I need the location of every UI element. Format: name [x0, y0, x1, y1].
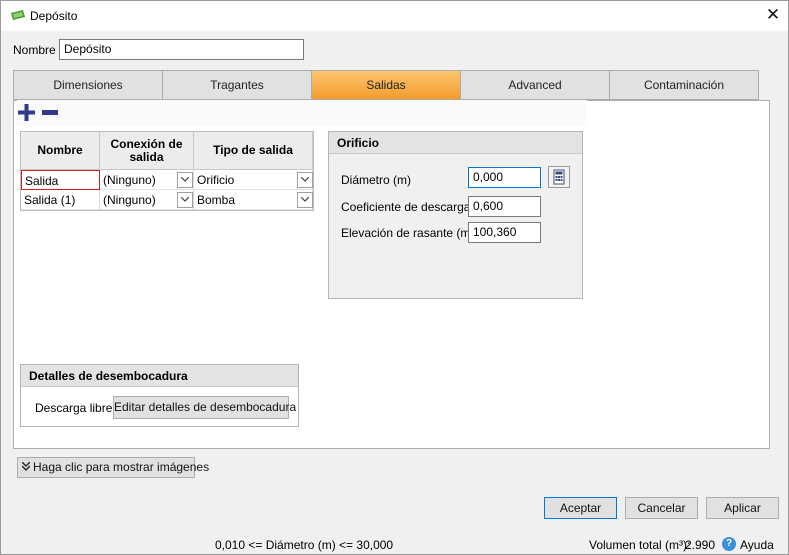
column-header-connection[interactable]: Conexión de salida [100, 132, 194, 170]
window-title: Depósito [30, 9, 78, 23]
orifice-group-title: Orificio [329, 132, 582, 154]
minus-icon[interactable] [42, 110, 58, 115]
show-images-label: Haga clic para mostrar imágenes [33, 460, 210, 474]
table-row-0-name[interactable]: Salida [21, 170, 100, 190]
title-bar [1, 1, 788, 31]
outlets-toolstrip [17, 100, 587, 126]
discharge-coef-label: Coeficiente de descarga [341, 200, 471, 214]
discharge-type-label: Descarga libre [35, 401, 113, 415]
chevron-down-icon[interactable] [297, 172, 313, 188]
chevron-down-icon[interactable] [177, 192, 193, 208]
plus-icon[interactable] [18, 104, 35, 121]
elevation-label: Elevación de rasante (m) [341, 226, 475, 240]
accept-button[interactable]: Aceptar [544, 497, 617, 519]
total-volume-value: 2.990 [685, 538, 716, 552]
name-input[interactable]: Depósito [59, 39, 304, 60]
table-row-0-type[interactable]: Orificio [194, 170, 313, 190]
tab-tragantes[interactable]: Tragantes [162, 70, 312, 100]
elevation-input[interactable]: 100,360 [468, 222, 541, 243]
name-label: Nombre [13, 43, 56, 57]
column-header-name[interactable]: Nombre [21, 132, 100, 170]
outfall-details-title: Detalles de desembocadura [21, 365, 298, 387]
close-icon[interactable]: ✕ [764, 5, 782, 25]
double-chevron-down-icon [21, 458, 31, 477]
column-header-type[interactable]: Tipo de salida [194, 132, 313, 170]
tab-dimensiones[interactable]: Dimensiones [13, 70, 163, 100]
apply-button[interactable]: Aplicar [706, 497, 779, 519]
edit-outfall-details-button[interactable]: Editar detalles de desembocadura [113, 396, 296, 419]
help-link[interactable]: Ayuda [740, 538, 774, 552]
tab-contaminacion[interactable]: Contaminación [609, 70, 759, 100]
cancel-button[interactable]: Cancelar [625, 497, 698, 519]
tab-salidas[interactable]: Salidas [311, 70, 461, 100]
diameter-input[interactable]: 0,000 [468, 167, 541, 188]
tab-advanced[interactable]: Advanced [460, 70, 610, 100]
table-row-1-type[interactable]: Bomba [194, 190, 313, 210]
calculator-icon[interactable] [548, 166, 570, 188]
help-icon[interactable]: ? [722, 537, 736, 551]
discharge-coef-input[interactable]: 0,600 [468, 196, 541, 217]
range-hint: 0,010 <= Diámetro (m) <= 30,000 [215, 538, 394, 552]
chevron-down-icon[interactable] [177, 172, 193, 188]
reservoir-icon [11, 10, 25, 20]
total-volume-label: Volumen total (m³): [589, 538, 691, 552]
diameter-label: Diámetro (m) [341, 173, 412, 187]
orifice-group: Orificio [328, 131, 583, 299]
chevron-down-icon[interactable] [297, 192, 313, 208]
table-row-1-name[interactable]: Salida (1) [21, 190, 100, 210]
show-images-button[interactable]: Haga clic para mostrar imágenes [17, 457, 209, 478]
